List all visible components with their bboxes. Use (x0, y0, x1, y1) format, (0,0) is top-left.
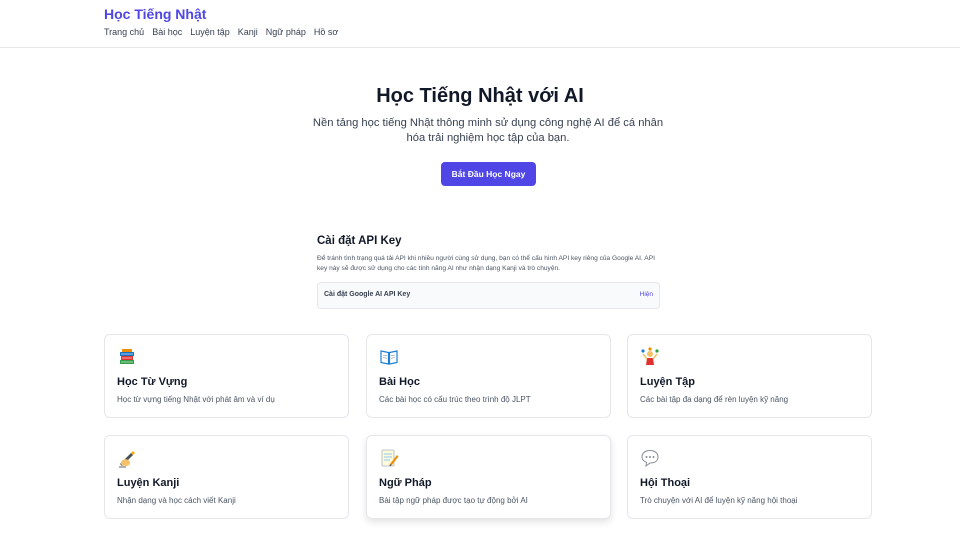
feature-card-grammar[interactable]: Ngữ Pháp Bài tập ngữ pháp được tạo tự độ… (366, 435, 611, 519)
open-book-icon (380, 350, 398, 365)
api-key-settings-panel[interactable]: Cài đặt Google AI API Key Hiện (317, 282, 660, 309)
main-nav: Trang chủ Bài học Luyện tập Kanji Ngữ ph… (104, 27, 338, 37)
feature-card-conversation[interactable]: Hội Thoại Trò chuyện với AI để luyện kỹ … (627, 435, 872, 519)
nav-item-grammar[interactable]: Ngữ pháp (266, 27, 306, 37)
top-header: Học Tiếng Nhật Trang chủ Bài học Luyện t… (0, 0, 960, 48)
feature-card-description: Bài tập ngữ pháp được tạo tự động bởi AI (379, 496, 528, 505)
nav-item-practice[interactable]: Luyện tập (190, 27, 230, 37)
feature-card-title: Hội Thoại (640, 477, 691, 489)
writing-hand-icon (119, 451, 135, 468)
hero-subtitle: Nền tảng học tiếng Nhật thông minh sử dụ… (312, 117, 664, 144)
feature-card-description: Học từ vựng tiếng Nhật với phát âm và ví… (117, 395, 275, 404)
speech-bubble-icon (641, 449, 659, 468)
feature-card-kanji[interactable]: Luyện Kanji Nhận dạng và học cách viết K… (104, 435, 349, 519)
api-key-title: Cài đặt API Key (317, 235, 402, 247)
feature-card-description: Các bài tập đa dạng để rèn luyện kỹ năng (640, 395, 789, 404)
api-key-settings-label: Cài đặt Google AI API Key (324, 291, 411, 298)
api-key-description: Để tránh tình trạng quá tải API khi nhiề… (317, 255, 655, 272)
feature-card-description: Các bài học có cấu trúc theo trình độ JL… (379, 395, 531, 404)
nav-item-home[interactable]: Trang chủ (104, 27, 144, 37)
feature-card-title: Học Từ Vựng (117, 376, 188, 388)
api-key-show-toggle[interactable]: Hiện (640, 291, 653, 298)
brand-logo[interactable]: Học Tiếng Nhật (104, 6, 206, 22)
feature-card-description: Nhận dạng và học cách viết Kanji (117, 496, 236, 505)
start-learning-button[interactable]: Bắt Đầu Học Ngay (441, 162, 536, 186)
feature-card-title: Bài Học (379, 376, 420, 388)
feature-card-vocabulary[interactable]: Học Từ Vựng Học từ vựng tiếng Nhật với p… (104, 334, 349, 418)
books-icon (120, 349, 134, 364)
hero-title: Học Tiếng Nhật với AI (376, 85, 584, 107)
feature-card-title: Ngữ Pháp (379, 477, 432, 489)
nav-item-profile[interactable]: Hồ sơ (314, 27, 338, 37)
feature-card-practice[interactable]: Luyện Tập Các bài tập đa dạng để rèn luy… (627, 334, 872, 418)
nav-item-kanji[interactable]: Kanji (238, 27, 258, 37)
nav-item-lessons[interactable]: Bài học (152, 27, 182, 37)
feature-card-lessons[interactable]: Bài Học Các bài học có cấu trúc theo trì… (366, 334, 611, 418)
feature-card-title: Luyện Kanji (117, 477, 180, 489)
feature-card-title: Luyện Tập (640, 376, 696, 388)
juggler-icon (641, 347, 659, 365)
feature-card-description: Trò chuyện với AI để luyện kỹ năng hội t… (640, 496, 798, 505)
memo-icon (381, 449, 399, 467)
